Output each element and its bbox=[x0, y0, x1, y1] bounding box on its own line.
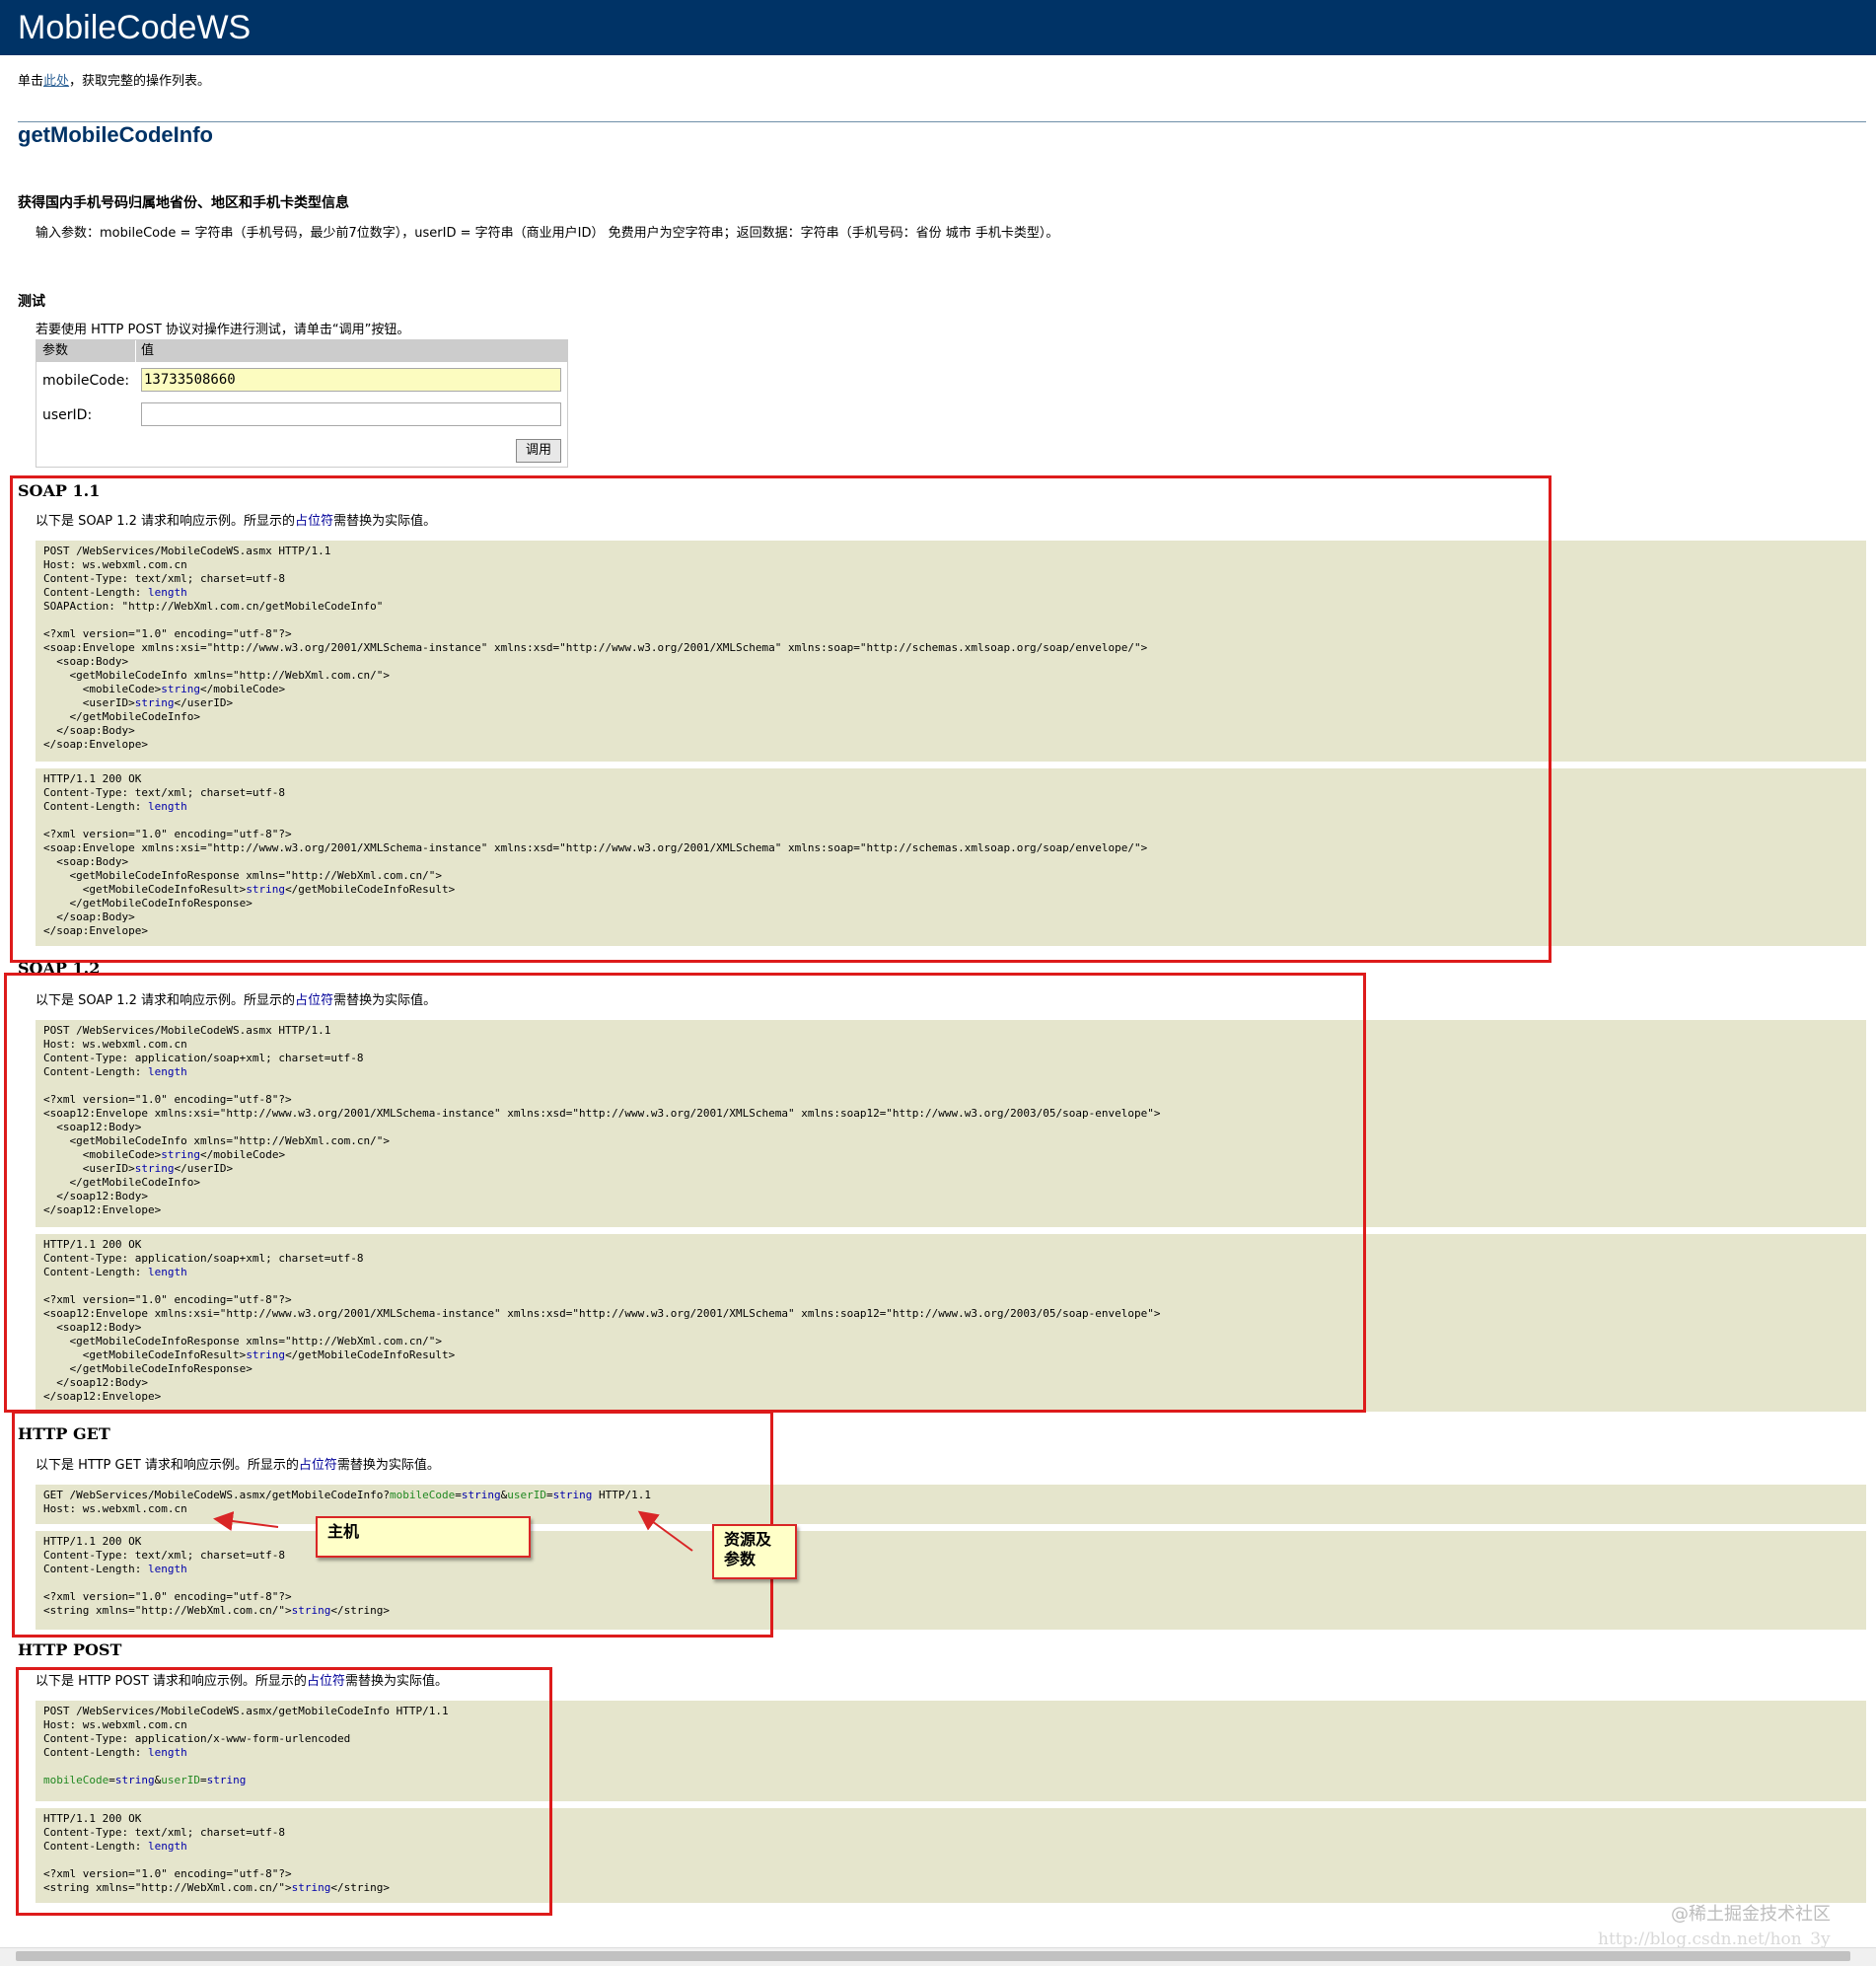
watermark-url: http://blog.csdn.net/hon_3y bbox=[1598, 1930, 1831, 1949]
params-arrow bbox=[637, 1510, 693, 1552]
host-callout: 主机 bbox=[316, 1516, 531, 1558]
annotation-arrows bbox=[213, 1510, 693, 1552]
host-arrow bbox=[213, 1511, 279, 1531]
params-callout: 资源及 参数 bbox=[712, 1524, 797, 1579]
scrollbar-thumb[interactable] bbox=[16, 1951, 1850, 1961]
params-callout-line1: 资源及 bbox=[724, 1530, 772, 1549]
params-callout-line2: 参数 bbox=[724, 1550, 757, 1568]
watermark-juejin: @稀土掘金技术社区 bbox=[1671, 1904, 1831, 1925]
